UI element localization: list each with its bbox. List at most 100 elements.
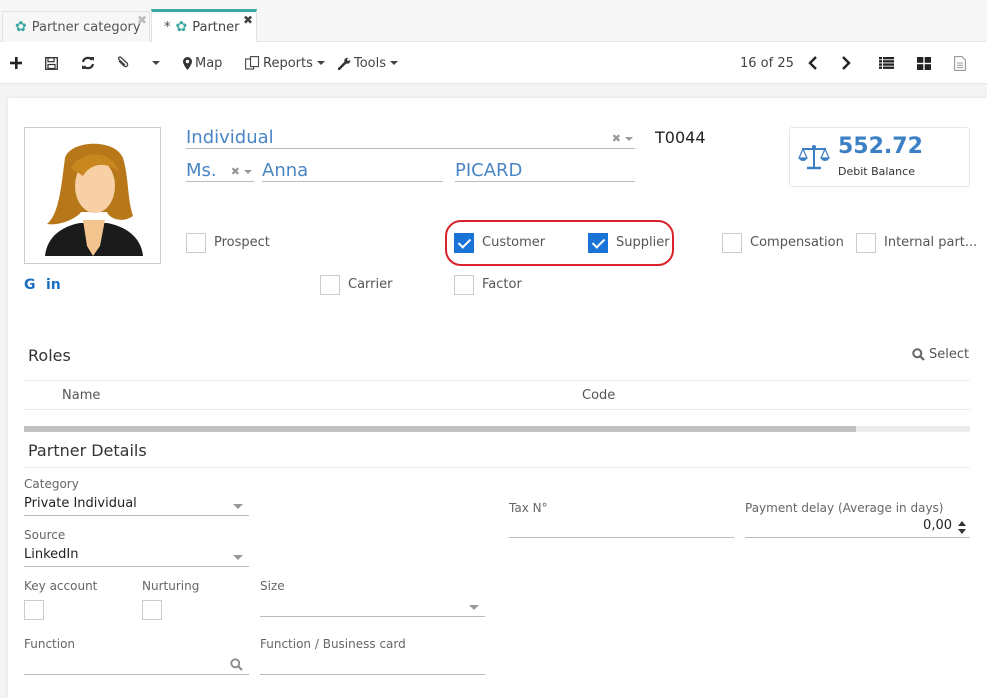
column-header-code[interactable]: Code <box>582 388 615 403</box>
divider <box>24 467 970 468</box>
partner-type-value: Individual <box>186 127 274 148</box>
tools-dropdown[interactable]: Tools <box>338 42 399 84</box>
avatar-woman-icon <box>45 143 143 256</box>
key-account-checkbox[interactable] <box>24 600 44 620</box>
list-view-button[interactable] <box>879 42 894 84</box>
title-select[interactable]: Ms. ✖ <box>186 160 254 182</box>
select-label: Select <box>929 347 970 362</box>
factor-label: Factor <box>482 277 522 292</box>
supplier-checkbox[interactable] <box>588 233 608 253</box>
horizontal-scrollbar[interactable] <box>24 426 970 432</box>
business-card-input[interactable] <box>260 655 485 675</box>
prospect-label: Prospect <box>214 235 270 250</box>
supplier-label: Supplier <box>616 235 670 250</box>
floppy-icon <box>45 56 58 70</box>
close-icon[interactable]: ✖ <box>243 13 253 27</box>
chevron-left-icon <box>808 56 817 70</box>
previous-record-button[interactable] <box>808 42 818 84</box>
google-icon[interactable]: G <box>24 277 36 293</box>
title-value: Ms. <box>186 160 217 181</box>
size-select[interactable] <box>260 597 485 617</box>
balance-amount: 552.72 <box>838 134 923 159</box>
tab-partner[interactable]: * ✿ Partner ✖ <box>151 9 257 42</box>
linkedin-icon[interactable]: in <box>46 277 61 293</box>
caret-down-icon <box>390 61 399 65</box>
grid-view-button[interactable] <box>917 42 931 84</box>
form-view-button[interactable] <box>954 42 966 84</box>
compensation-label: Compensation <box>750 235 844 250</box>
partner-details-title: Partner Details <box>28 441 147 460</box>
gear-icon: ✿ <box>175 19 188 35</box>
reports-label: Reports <box>263 55 313 71</box>
more-dropdown[interactable] <box>148 42 160 84</box>
carrier-checkbox[interactable] <box>320 275 340 295</box>
pager-text: 16 of 25 <box>740 55 794 71</box>
function-input[interactable] <box>24 655 249 675</box>
modified-marker: * <box>164 19 171 35</box>
customer-label: Customer <box>482 235 546 250</box>
spinner-icon[interactable] <box>958 521 966 534</box>
payment-delay-input[interactable]: 0,00 <box>745 518 970 538</box>
internal-partner-label: Internal part... <box>884 235 978 250</box>
refresh-icon <box>81 56 95 70</box>
source-select[interactable]: LinkedIn <box>24 547 249 567</box>
key-account-label: Key account <box>24 579 98 593</box>
compensation-checkbox[interactable] <box>722 233 742 253</box>
clear-icon[interactable]: ✖ <box>231 165 240 178</box>
grid-icon <box>917 56 931 70</box>
category-value: Private Individual <box>24 496 137 511</box>
tab-label: Partner <box>192 19 240 35</box>
category-label: Category <box>24 477 79 491</box>
caret-down-icon[interactable] <box>244 169 252 174</box>
scrollbar-thumb[interactable] <box>24 426 857 432</box>
internal-partner-checkbox[interactable] <box>856 233 876 253</box>
debit-balance-widget[interactable]: 552.72 Debit Balance <box>789 127 970 187</box>
function-label: Function <box>24 637 76 651</box>
new-button[interactable] <box>10 42 22 84</box>
divider <box>24 380 970 381</box>
prospect-checkbox[interactable] <box>186 233 206 253</box>
reports-icon <box>245 56 260 70</box>
last-name-input[interactable]: PICARD <box>455 160 635 182</box>
caret-down-icon[interactable] <box>625 136 633 141</box>
source-label: Source <box>24 528 66 542</box>
caret-down-icon <box>469 605 479 610</box>
reports-dropdown[interactable]: Reports <box>245 42 325 84</box>
search-icon <box>912 348 925 361</box>
tab-partner-category[interactable]: ✿ Partner category ✖ <box>2 11 150 42</box>
customer-checkbox[interactable] <box>454 233 474 253</box>
nurturing-label: Nurturing <box>142 579 200 593</box>
scale-balance-icon <box>798 145 830 170</box>
column-header-name[interactable]: Name <box>62 388 100 403</box>
partner-photo[interactable] <box>24 127 161 264</box>
caret-down-icon <box>152 61 160 65</box>
chevron-right-icon <box>842 56 851 70</box>
nurturing-checkbox[interactable] <box>142 600 162 620</box>
next-record-button[interactable] <box>841 42 851 84</box>
toolbar: Map Reports Tools 16 of 25 <box>0 42 987 84</box>
partner-type-select[interactable]: Individual ✖ <box>186 127 635 149</box>
roles-title: Roles <box>28 346 71 365</box>
plus-icon <box>10 57 22 69</box>
wrench-icon <box>338 57 351 70</box>
source-value: LinkedIn <box>24 547 79 562</box>
caret-down-icon <box>233 504 243 509</box>
attachment-button[interactable] <box>116 42 130 84</box>
close-icon[interactable]: ✖ <box>137 13 147 27</box>
search-icon[interactable] <box>230 658 243 671</box>
map-button[interactable]: Map <box>183 42 222 84</box>
category-select[interactable]: Private Individual <box>24 496 249 516</box>
factor-checkbox[interactable] <box>454 275 474 295</box>
tax-number-input[interactable] <box>509 518 734 538</box>
first-name-input[interactable]: Anna <box>262 160 443 182</box>
caret-down-icon <box>233 555 243 560</box>
save-button[interactable] <box>45 42 58 84</box>
select-roles-button[interactable]: Select <box>912 347 969 362</box>
list-icon <box>879 57 894 69</box>
clear-icon[interactable]: ✖ <box>612 132 621 145</box>
tools-label: Tools <box>354 55 387 71</box>
refresh-button[interactable] <box>81 42 95 84</box>
gear-icon: ✿ <box>15 19 27 35</box>
caret-down-icon <box>316 61 325 65</box>
tab-label: Partner category <box>31 19 141 35</box>
